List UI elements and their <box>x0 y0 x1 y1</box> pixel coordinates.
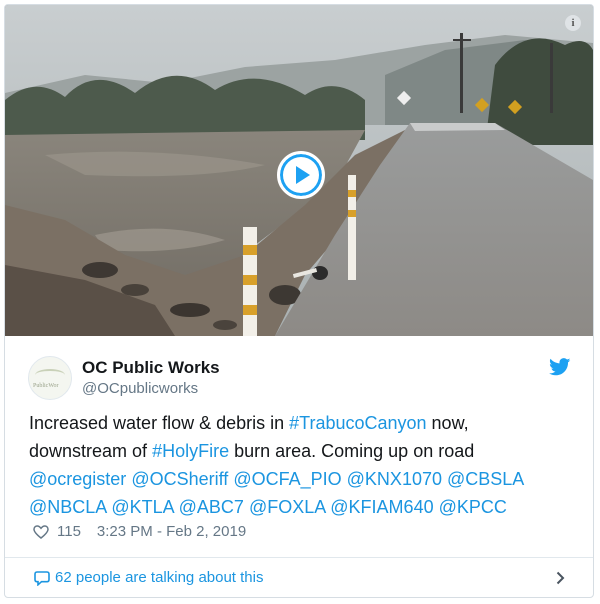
heart-icon[interactable] <box>33 524 49 539</box>
mention-link[interactable]: @KPCC <box>439 497 507 517</box>
tweet-text-segment: burn area. Coming up on road <box>229 441 475 461</box>
author-name[interactable]: OC Public Works <box>82 358 220 378</box>
tweet-text-line: downstream of #HolyFire burn area. Comin… <box>29 437 574 465</box>
like-count[interactable]: 115 <box>57 523 81 540</box>
video-thumbnail[interactable]: i <box>5 5 593 336</box>
hashtag-link[interactable]: #TrabucoCanyon <box>289 413 426 433</box>
tweet-text-segment: now, <box>426 413 469 433</box>
tweet-meta: 115 3:23 PM - Feb 2, 2019 <box>33 523 246 540</box>
avatar-logo <box>35 369 65 381</box>
info-icon[interactable]: i <box>565 15 581 31</box>
mention-link[interactable]: @ABC7 <box>179 497 244 517</box>
play-icon <box>296 166 310 184</box>
play-button[interactable] <box>277 151 325 199</box>
mention-link[interactable]: @KTLA <box>111 497 173 517</box>
tweet-text-segment: Increased water flow & debris in <box>29 413 290 433</box>
tweet-card[interactable]: i PublicWor OC Public Works @OCpublicwor… <box>4 4 594 598</box>
tweet-body: Increased water flow & debris in #Trabuc… <box>29 409 574 521</box>
tweet-text-line: @ocregister @OCSheriff @OCFA_PIO @KNX107… <box>29 465 574 493</box>
mention-link[interactable]: @OCSheriff <box>131 469 228 489</box>
hashtag-link[interactable]: #HolyFire <box>152 441 229 461</box>
tweet-text-segment: downstream of <box>29 441 153 461</box>
author-handle[interactable]: @OCpublicworks <box>82 380 198 397</box>
chevron-right-icon[interactable] <box>556 571 565 585</box>
mention-link[interactable]: @CBSLA <box>447 469 524 489</box>
tweet-header: PublicWor OC Public Works @OCpublicworks <box>5 336 593 406</box>
mention-link[interactable]: @FOXLA <box>249 497 325 517</box>
twitter-bird-icon[interactable] <box>549 358 571 376</box>
mention-link[interactable]: @OCFA_PIO <box>233 469 341 489</box>
mention-link[interactable]: @KNX1070 <box>347 469 442 489</box>
mention-link[interactable]: @NBCLA <box>29 497 106 517</box>
timestamp[interactable]: 3:23 PM - Feb 2, 2019 <box>97 523 246 540</box>
mention-link[interactable]: @KFIAM640 <box>330 497 433 517</box>
avatar[interactable]: PublicWor <box>28 356 72 400</box>
tweet-text-line: Increased water flow & debris in #Trabuc… <box>29 409 574 437</box>
conversation-link[interactable]: 62 people are talking about this <box>5 558 593 597</box>
avatar-logo-text: PublicWor <box>33 383 59 389</box>
tweet-text-line: @NBCLA @KTLA @ABC7 @FOXLA @KFIAM640 @KPC… <box>29 493 574 521</box>
conversation-text[interactable]: 62 people are talking about this <box>55 569 263 586</box>
mention-link[interactable]: @ocregister <box>29 469 126 489</box>
speech-bubble-icon <box>34 571 50 586</box>
